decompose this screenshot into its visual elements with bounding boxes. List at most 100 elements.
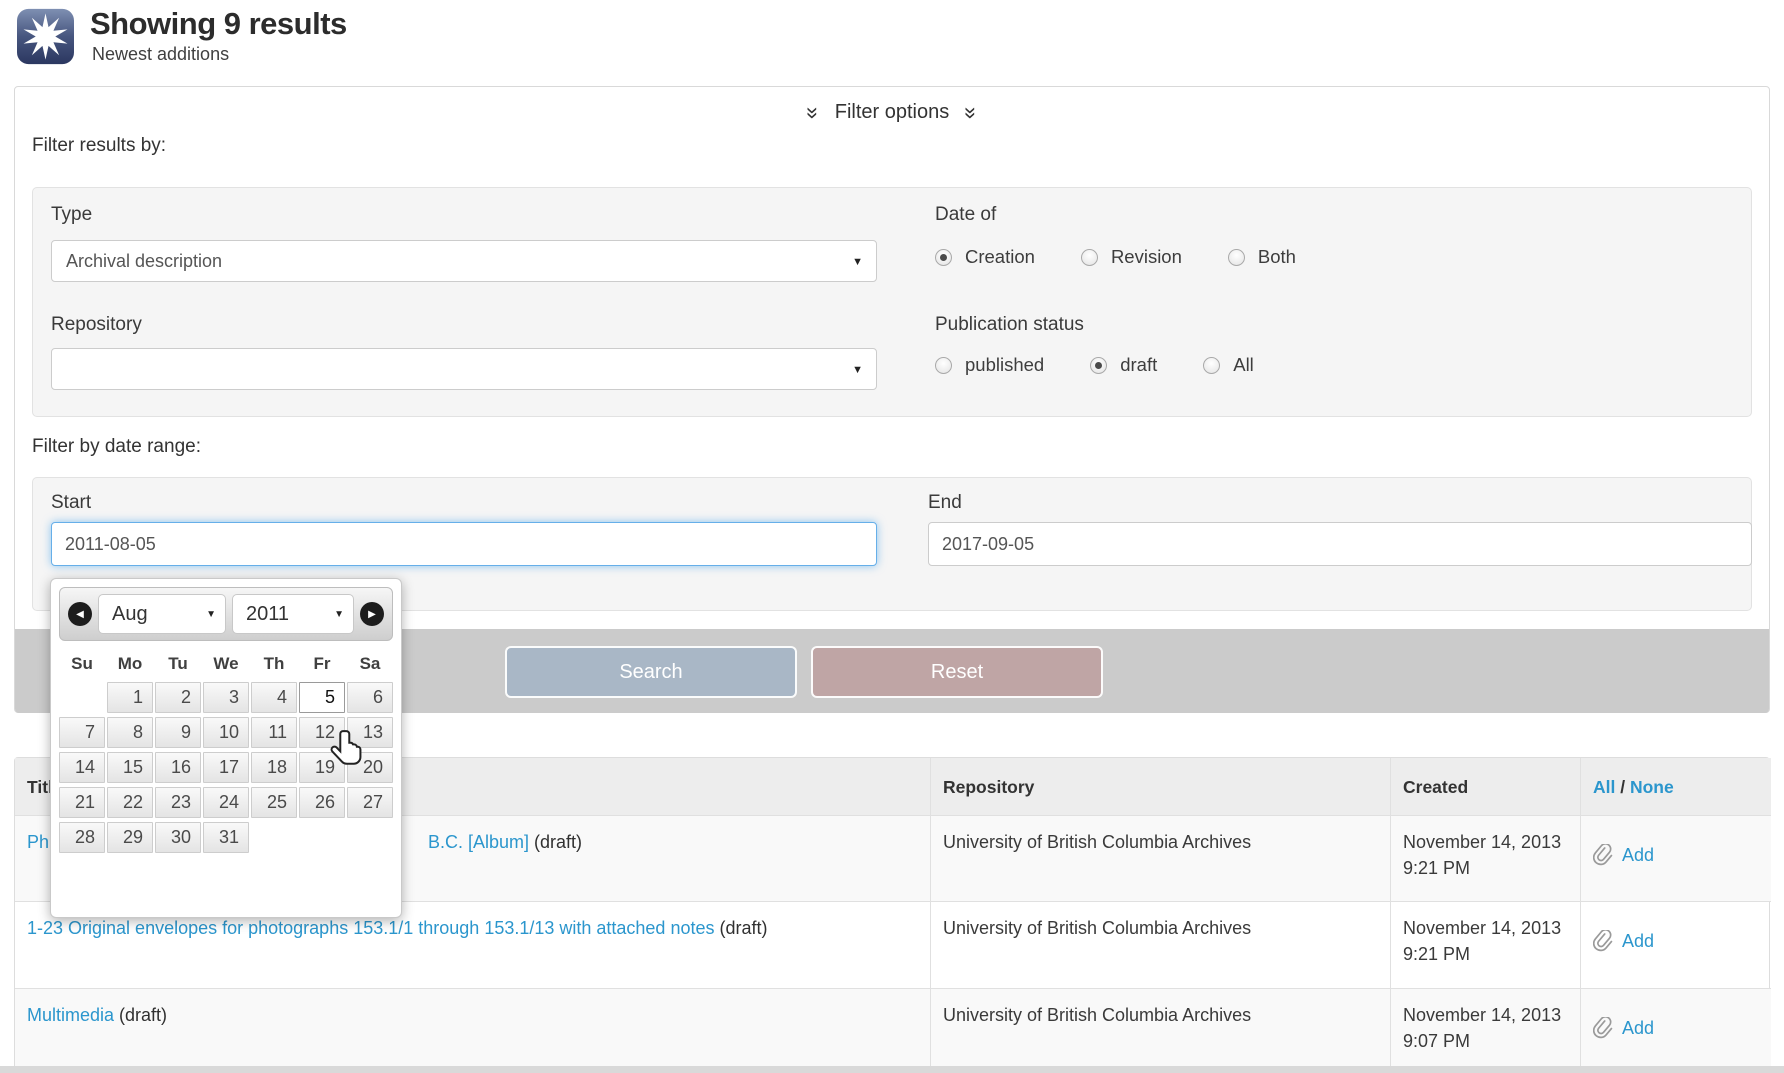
status-badge: (draft) — [534, 832, 582, 852]
dropdown-arrow-icon: ▼ — [852, 241, 863, 283]
datepicker-header: ◀ Aug ▼ 2011 ▼ ▶ — [59, 587, 393, 641]
day-cell[interactable]: 31 — [203, 822, 249, 853]
day-cell[interactable]: 2 — [155, 682, 201, 713]
double-chevron-down-icon: » — [802, 106, 824, 118]
radio-option-revision[interactable]: Revision — [1081, 246, 1182, 268]
status-badge: (draft) — [119, 1005, 167, 1025]
hand-cursor-icon — [329, 729, 365, 769]
weekday-label: Mo — [107, 654, 153, 674]
day-cell[interactable]: 1 — [107, 682, 153, 713]
radio-button[interactable] — [1228, 249, 1245, 266]
weekday-label: Th — [251, 654, 297, 674]
prev-month-button[interactable]: ◀ — [68, 602, 92, 626]
date-of-label: Date of — [935, 204, 996, 226]
day-cell[interactable]: 25 — [251, 787, 297, 818]
radio-option-published[interactable]: published — [935, 354, 1044, 376]
type-select[interactable]: Archival description ▼ — [51, 240, 877, 282]
day-cell[interactable]: 21 — [59, 787, 105, 818]
year-select-value: 2011 — [246, 603, 289, 625]
page-bottom-edge — [0, 1066, 1784, 1073]
result-title-link[interactable]: 1-23 Original envelopes for photographs … — [27, 918, 714, 938]
year-select[interactable]: 2011 ▼ — [232, 594, 354, 634]
day-cell[interactable]: 30 — [155, 822, 201, 853]
next-month-button[interactable]: ▶ — [360, 602, 384, 626]
select-separator: / — [1615, 777, 1630, 797]
dropdown-arrow-icon: ▼ — [334, 595, 344, 635]
day-cell[interactable]: 6 — [347, 682, 393, 713]
publication-status-label: Publication status — [935, 314, 1084, 336]
table-row-action: Add — [1581, 989, 1771, 1067]
weekday-label: Fr — [299, 654, 345, 674]
filter-options-label: Filter options — [835, 101, 950, 124]
radio-label: Revision — [1111, 246, 1182, 268]
day-cell[interactable]: 3 — [203, 682, 249, 713]
month-select[interactable]: Aug ▼ — [98, 594, 226, 634]
day-cell[interactable]: 27 — [347, 787, 393, 818]
day-cell[interactable]: 5 — [299, 682, 345, 713]
logo-starburst-icon[interactable] — [14, 8, 77, 65]
day-cell[interactable]: 24 — [203, 787, 249, 818]
table-row-action: Add — [1581, 816, 1771, 902]
day-cell[interactable]: 17 — [203, 752, 249, 783]
day-cell-empty — [299, 822, 345, 853]
radio-option-both[interactable]: Both — [1228, 246, 1296, 268]
day-cell[interactable]: 16 — [155, 752, 201, 783]
add-link[interactable]: Add — [1622, 928, 1654, 954]
radio-button[interactable] — [1203, 357, 1220, 374]
start-date-input[interactable] — [51, 522, 877, 566]
radio-option-creation[interactable]: Creation — [935, 246, 1035, 268]
radio-button[interactable] — [1090, 357, 1107, 374]
end-date-input[interactable] — [928, 522, 1752, 566]
table-row-created: November 14, 2013 9:21 PM — [1391, 902, 1581, 989]
radio-label: Both — [1258, 246, 1296, 268]
result-title-link[interactable]: Multimedia — [27, 1005, 114, 1025]
radio-button[interactable] — [935, 249, 952, 266]
result-title-link[interactable]: Ph — [27, 832, 49, 852]
day-cell[interactable]: 26 — [299, 787, 345, 818]
result-title-link[interactable]: B.C. [Album] — [428, 832, 529, 852]
day-cell[interactable]: 7 — [59, 717, 105, 748]
dropdown-arrow-icon: ▼ — [206, 595, 216, 635]
day-cell[interactable]: 29 — [107, 822, 153, 853]
day-cell[interactable]: 22 — [107, 787, 153, 818]
add-link[interactable]: Add — [1622, 842, 1654, 868]
day-cell[interactable]: 8 — [107, 717, 153, 748]
day-cell[interactable]: 15 — [107, 752, 153, 783]
search-button[interactable]: Search — [505, 646, 797, 698]
repository-label: Repository — [51, 314, 142, 336]
status-badge: (draft) — [720, 918, 768, 938]
add-link[interactable]: Add — [1622, 1015, 1654, 1041]
day-cell[interactable]: 14 — [59, 752, 105, 783]
radio-button[interactable] — [1081, 249, 1098, 266]
filter-options-toggle[interactable]: » Filter options » — [15, 87, 1769, 124]
filter-results-by-label: Filter results by: — [32, 135, 166, 157]
day-cell-empty — [59, 682, 105, 713]
type-select-value: Archival description — [66, 251, 222, 271]
datepicker-weekday-row: SuMoTuWeThFrSa — [59, 654, 393, 674]
publication-status-radio-group: published draft All — [935, 354, 1300, 376]
select-none-link[interactable]: None — [1630, 777, 1674, 797]
day-cell[interactable]: 23 — [155, 787, 201, 818]
day-cell[interactable]: 11 — [251, 717, 297, 748]
radio-button[interactable] — [935, 357, 952, 374]
radio-option-draft[interactable]: draft — [1090, 354, 1157, 376]
day-cell[interactable]: 9 — [155, 717, 201, 748]
table-row-title: Multimedia (draft) — [15, 989, 931, 1067]
datepicker-popup: ◀ Aug ▼ 2011 ▼ ▶ SuMoTuWeThFrSa 12345678… — [50, 578, 402, 918]
month-select-value: Aug — [112, 603, 148, 625]
select-all-link[interactable]: All — [1593, 777, 1615, 797]
day-cell[interactable]: 18 — [251, 752, 297, 783]
repository-select[interactable]: ▼ — [51, 348, 877, 390]
column-header-created[interactable]: Created — [1391, 758, 1581, 816]
day-cell[interactable]: 4 — [251, 682, 297, 713]
end-date-label: End — [928, 492, 962, 514]
dropdown-arrow-icon: ▼ — [852, 349, 863, 391]
weekday-label: Tu — [155, 654, 201, 674]
day-cell[interactable]: 28 — [59, 822, 105, 853]
reset-button[interactable]: Reset — [811, 646, 1103, 698]
weekday-label: Sa — [347, 654, 393, 674]
column-header-repository[interactable]: Repository — [931, 758, 1391, 816]
start-date-label: Start — [51, 492, 91, 514]
day-cell[interactable]: 10 — [203, 717, 249, 748]
radio-option-all[interactable]: All — [1203, 354, 1254, 376]
